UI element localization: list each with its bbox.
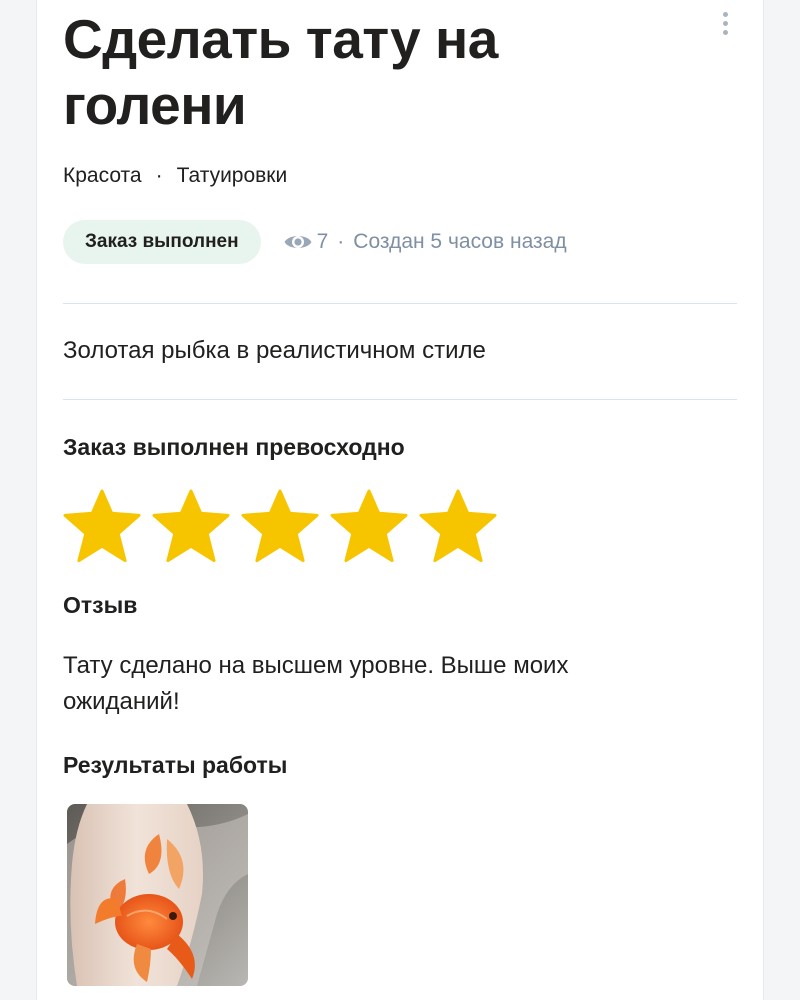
divider <box>63 399 737 400</box>
goldfish-tattoo-image <box>67 804 248 986</box>
star-icon <box>330 489 408 563</box>
status-badge: Заказ выполнен <box>63 220 261 264</box>
breadcrumb-subcategory[interactable]: Татуировки <box>177 164 288 188</box>
order-description: Золотая рыбка в реалистичном стиле <box>63 337 486 364</box>
rating-stars <box>63 489 497 563</box>
eye-icon <box>284 236 312 248</box>
breadcrumb-category[interactable]: Красота <box>63 164 142 188</box>
star-icon <box>241 489 319 563</box>
created-time: Создан 5 часов назад <box>353 230 567 253</box>
star-icon <box>63 489 141 563</box>
star-icon <box>419 489 497 563</box>
results-title: Результаты работы <box>63 752 288 778</box>
more-options-button[interactable] <box>713 8 737 38</box>
star-icon <box>152 489 230 563</box>
views-counter: 7 <box>283 230 329 254</box>
review-text: Тату сделано на высшем уровне. Выше моих… <box>63 652 569 715</box>
review-title: Отзыв <box>63 592 138 618</box>
more-icon-dot <box>722 29 728 35</box>
work-result-photo[interactable] <box>67 804 248 986</box>
breadcrumb-separator: · <box>155 164 163 187</box>
order-meta: Заказ выполнен 7 · Создан 5 часов назад <box>63 220 567 264</box>
rating-title: Заказ выполнен превосходно <box>63 434 405 460</box>
more-vertical-icon <box>722 11 728 17</box>
views-count: 7 <box>316 230 329 253</box>
breadcrumb: Красота · Татуировки <box>63 164 287 188</box>
order-card: Сделать тату на голени Красота · Татуиро… <box>36 0 764 1000</box>
divider <box>63 303 737 304</box>
meta-separator: · <box>337 230 345 253</box>
order-title: Сделать тату на голени <box>63 8 498 136</box>
more-icon-dot <box>722 20 728 26</box>
